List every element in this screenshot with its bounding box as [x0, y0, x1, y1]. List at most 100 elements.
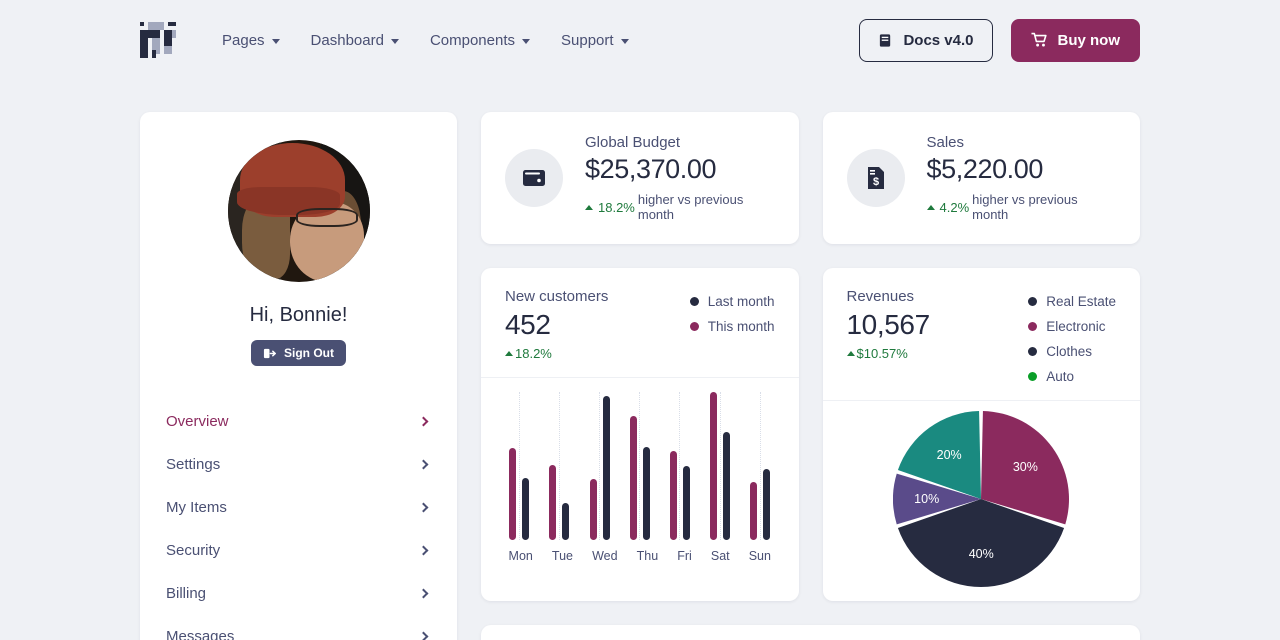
legend-item: Auto: [1028, 369, 1116, 384]
revenues-header: Revenues 10,567 $10.57% Real Estate: [823, 268, 1141, 401]
page-title: Hi, Bonnie!: [166, 304, 431, 327]
bar: [643, 447, 650, 540]
bar: [723, 432, 730, 540]
arrow-up-icon: [847, 351, 855, 356]
legend-label: Last month: [708, 294, 775, 309]
stat-delta-pct: 18.2%: [598, 200, 635, 215]
bar-group: [670, 451, 690, 540]
bar-chart: MonTueWedThuFriSatSun: [481, 378, 799, 601]
arrow-up-icon: [585, 205, 593, 210]
chevron-down-icon: [391, 39, 399, 44]
chevron-down-icon: [621, 39, 629, 44]
sidebar-item-settings[interactable]: Settings: [166, 443, 431, 486]
bar: [522, 478, 529, 540]
bar-group: [549, 465, 569, 540]
sales-value-card: Sales Value: [481, 625, 1140, 640]
charts-row: New customers 452 18.2% Last month: [481, 268, 1140, 601]
card-value: 10,567: [847, 309, 930, 341]
sidebar-item-messages[interactable]: Messages: [166, 615, 431, 640]
stat-delta-text: higher vs previous month: [638, 192, 775, 222]
stat-label: Global Budget: [585, 134, 775, 151]
logout-icon: [263, 347, 276, 360]
page-content: Hi, Bonnie! Sign Out Overview Settings: [0, 80, 1280, 640]
x-axis-tick-label: Wed: [592, 549, 617, 563]
legend-item: Real Estate: [1028, 294, 1116, 309]
pie-chart-plot: 30%40%10%20%: [893, 411, 1069, 587]
nav-item-support[interactable]: Support: [561, 32, 629, 49]
book-icon: [878, 33, 893, 48]
sign-out-button[interactable]: Sign Out: [251, 340, 346, 366]
legend-label: Electronic: [1046, 319, 1105, 334]
card-title: Revenues: [847, 288, 930, 305]
legend-item: Clothes: [1028, 344, 1116, 359]
chevron-right-icon: [419, 460, 429, 470]
bar: [630, 416, 637, 540]
legend-dot-icon: [1028, 372, 1037, 381]
profile-card: Hi, Bonnie! Sign Out Overview Settings: [140, 112, 457, 640]
x-axis-tick-label: Thu: [637, 549, 659, 563]
sidebar-item-security[interactable]: Security: [166, 529, 431, 572]
bar: [562, 503, 569, 540]
sidebar-item-label: Security: [166, 542, 220, 559]
new-customers-card: New customers 452 18.2% Last month: [481, 268, 799, 601]
stat-value: $5,220.00: [927, 154, 1117, 185]
pie-slice-label: 20%: [937, 448, 962, 462]
x-axis-tick-label: Tue: [552, 549, 573, 563]
user-avatar[interactable]: [228, 140, 370, 282]
chevron-right-icon: [419, 546, 429, 556]
stat-delta-text: higher vs previous month: [972, 192, 1116, 222]
bar-chart-plot: [499, 392, 781, 540]
docs-button[interactable]: Docs v4.0: [859, 19, 992, 62]
bar-group: [590, 396, 610, 540]
chevron-right-icon: [419, 632, 429, 640]
brand-logo[interactable]: [140, 22, 176, 58]
nav-item-dashboard[interactable]: Dashboard: [311, 32, 399, 49]
svg-text:$: $: [872, 176, 878, 188]
nav-item-pages[interactable]: Pages: [222, 32, 280, 49]
sidebar-item-label: My Items: [166, 499, 227, 516]
new-customers-header: New customers 452 18.2% Last month: [481, 268, 799, 378]
nav-item-dashboard-label: Dashboard: [311, 32, 384, 49]
bar: [549, 465, 556, 540]
sidebar-item-my-items[interactable]: My Items: [166, 486, 431, 529]
bar: [710, 392, 717, 540]
bar-group: [630, 416, 650, 540]
pie-slice-label: 10%: [914, 492, 939, 506]
sidebar-item-billing[interactable]: Billing: [166, 572, 431, 615]
arrow-up-icon: [927, 205, 935, 210]
card-value: 452: [505, 309, 608, 341]
right-column: Global Budget $25,370.00 18.2% higher vs…: [481, 112, 1140, 640]
chevron-down-icon: [522, 39, 530, 44]
card-delta-pct: $10.57%: [857, 346, 908, 361]
buy-now-button[interactable]: Buy now: [1011, 19, 1141, 62]
wallet-icon: [505, 149, 563, 207]
sidebar-nav: Overview Settings My Items Security Bill…: [166, 400, 431, 640]
legend-label: Clothes: [1046, 344, 1092, 359]
nav-item-components[interactable]: Components: [430, 32, 530, 49]
bar: [750, 482, 757, 540]
navbar-actions: Docs v4.0 Buy now: [859, 19, 1140, 62]
bar: [763, 469, 770, 540]
bar: [603, 396, 610, 540]
bar-chart-x-axis: MonTueWedThuFriSatSun: [499, 549, 781, 563]
legend-label: Real Estate: [1046, 294, 1116, 309]
legend-label: Auto: [1046, 369, 1074, 384]
invoice-dollar-icon: $: [847, 149, 905, 207]
arrow-up-icon: [505, 351, 513, 356]
card-delta: 18.2%: [505, 346, 608, 361]
stat-delta: 18.2% higher vs previous month: [585, 192, 775, 222]
stat-delta-pct: 4.2%: [940, 200, 970, 215]
pie-chart: 30%40%10%20%: [823, 401, 1141, 601]
pie-chart-legend: Real Estate Electronic Clothes Auto: [1028, 288, 1116, 384]
sidebar-item-overview[interactable]: Overview: [166, 400, 431, 443]
x-axis-tick-label: Sun: [749, 549, 771, 563]
nav-item-components-label: Components: [430, 32, 515, 49]
card-delta-pct: 18.2%: [515, 346, 552, 361]
docs-button-label: Docs v4.0: [903, 32, 973, 49]
stat-value: $25,370.00: [585, 154, 775, 185]
pie-slice-label: 30%: [1013, 460, 1038, 474]
legend-dot-icon: [1028, 347, 1037, 356]
sidebar-item-label: Billing: [166, 585, 206, 602]
sidebar-item-label: Settings: [166, 456, 220, 473]
legend-dot-icon: [1028, 322, 1037, 331]
